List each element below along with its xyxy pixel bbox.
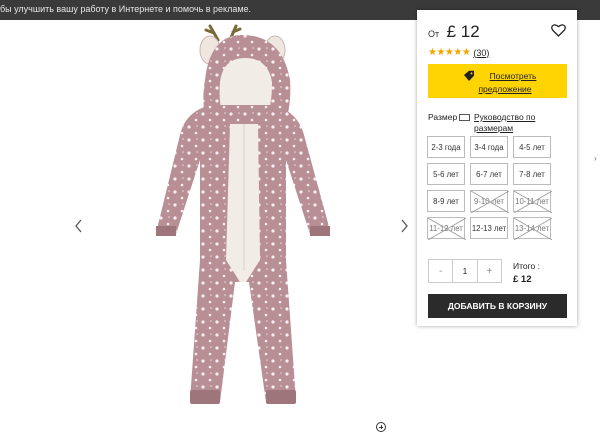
rating: ★★★★★ (30) bbox=[428, 47, 489, 58]
unavailable-cross-icon bbox=[471, 191, 509, 213]
size-option[interactable]: 3-4 года bbox=[470, 136, 508, 158]
size-selector: 2-3 года 3-4 года 4-5 лет 5-6 лет 6-7 лет 7-8… bbox=[427, 136, 565, 240]
total-value: £ 12 bbox=[513, 274, 532, 285]
size-label-text: Размер bbox=[428, 112, 458, 122]
quantity-minus-button[interactable]: - bbox=[429, 260, 452, 282]
size-option[interactable]: 5-6 лет bbox=[427, 163, 465, 185]
size-label: Размер bbox=[428, 112, 471, 122]
gallery-next-arrow[interactable] bbox=[400, 218, 409, 236]
zoom-in-icon[interactable] bbox=[376, 422, 386, 432]
view-offer-line2: предложение bbox=[478, 84, 532, 94]
size-guide-line1: Руководство по bbox=[474, 112, 536, 122]
view-offer-text: Посмотреть предложение bbox=[450, 70, 560, 96]
cookie-banner-text: бы улучшить вашу работу в Интернете и по… bbox=[0, 4, 252, 14]
price-value: £ 12 bbox=[446, 22, 480, 41]
size-option-label: 12-13 лет bbox=[471, 223, 507, 233]
size-guide-link[interactable]: Руководство по размерам bbox=[474, 112, 564, 134]
edge-chevron-icon: › bbox=[594, 154, 597, 163]
quantity-plus-button[interactable]: + bbox=[478, 260, 501, 282]
heart-icon bbox=[551, 24, 566, 37]
size-guide-line2: размерам bbox=[474, 123, 514, 133]
price: От £ 12 bbox=[428, 22, 480, 42]
size-option-label: 8-9 лет bbox=[433, 196, 459, 206]
size-option-label: 4-5 лет bbox=[519, 142, 545, 152]
size-option[interactable]: 12-13 лет bbox=[470, 217, 508, 239]
size-option-label: 5-6 лет bbox=[433, 169, 459, 179]
product-gallery bbox=[60, 20, 420, 432]
size-option[interactable]: 9-10 лет bbox=[470, 190, 509, 213]
view-offer-button[interactable]: Посмотреть предложение bbox=[428, 64, 567, 98]
size-option[interactable]: 4-5 лет bbox=[513, 136, 551, 158]
chevron-right-icon bbox=[401, 219, 408, 233]
quantity-stepper: - 1 + bbox=[428, 259, 502, 283]
price-prefix: От bbox=[428, 29, 440, 39]
size-option-label: 7-8 лет bbox=[519, 169, 545, 179]
unavailable-cross-icon bbox=[514, 191, 552, 213]
unavailable-cross-icon bbox=[428, 218, 466, 240]
total-label: Итого : bbox=[513, 261, 540, 271]
size-option-label: 6-7 лет bbox=[476, 169, 502, 179]
size-option[interactable]: 2-3 года bbox=[427, 136, 465, 158]
product-image bbox=[156, 24, 330, 404]
chevron-left-icon bbox=[75, 219, 82, 233]
wishlist-button[interactable] bbox=[551, 23, 566, 42]
gallery-prev-arrow[interactable] bbox=[74, 218, 83, 236]
unavailable-cross-icon bbox=[514, 218, 552, 240]
size-option-label: 2-3 года bbox=[431, 142, 461, 152]
size-option[interactable]: 11-12 лет bbox=[427, 217, 466, 240]
view-offer-line1: Посмотреть bbox=[489, 71, 537, 81]
size-option[interactable]: 6-7 лет bbox=[470, 163, 508, 185]
size-option[interactable]: 7-8 лет bbox=[513, 163, 551, 185]
add-to-cart-button[interactable]: ДОБАВИТЬ В КОРЗИНУ bbox=[428, 294, 567, 318]
ruler-icon bbox=[459, 114, 471, 122]
size-option-label: 3-4 года bbox=[474, 142, 504, 152]
review-count-link[interactable]: (30) bbox=[473, 48, 489, 58]
size-option[interactable]: 10-11 лет bbox=[513, 190, 552, 213]
size-option[interactable]: 8-9 лет bbox=[427, 190, 465, 212]
size-option[interactable]: 13-14 лет bbox=[513, 217, 552, 240]
quantity-input[interactable]: 1 bbox=[452, 260, 478, 282]
star-rating: ★★★★★ bbox=[428, 47, 471, 58]
product-panel: От £ 12 ★★★★★ (30) Посмотреть предложени… bbox=[417, 10, 577, 326]
